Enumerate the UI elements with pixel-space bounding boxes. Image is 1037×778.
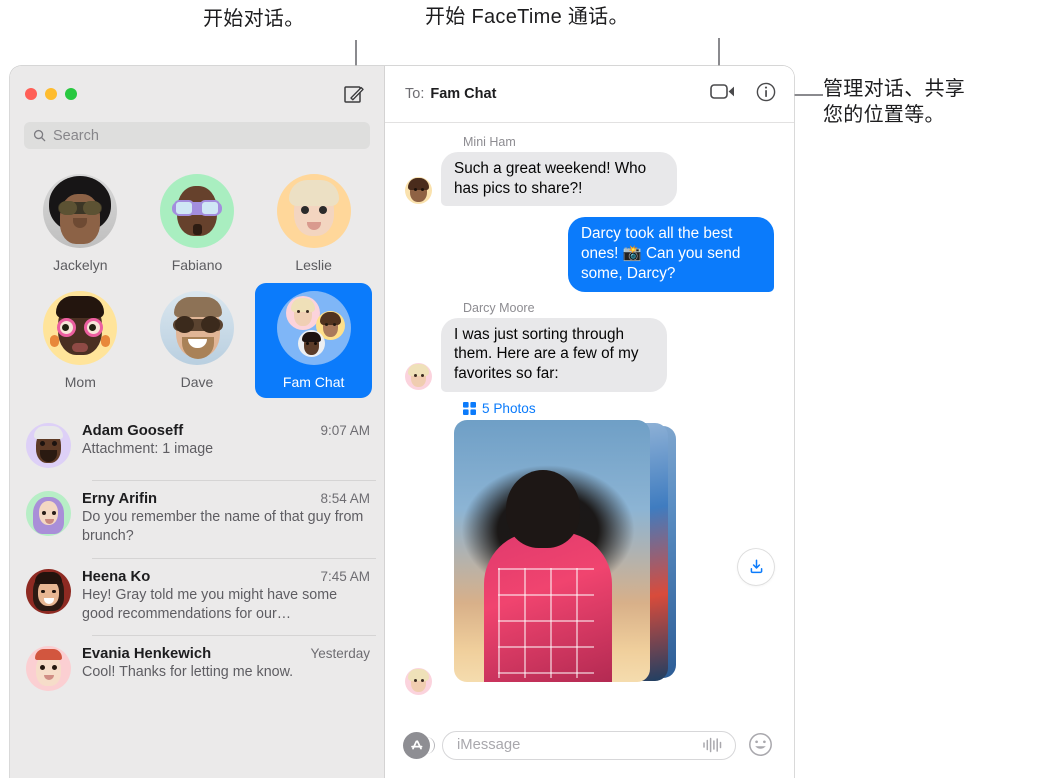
attachment-count-label: 5 Photos: [482, 400, 536, 416]
download-icon[interactable]: [738, 548, 774, 585]
message-placeholder: iMessage: [457, 737, 521, 753]
avatar: [405, 668, 432, 695]
avatar: [43, 174, 118, 248]
chat-pane: To: Fam Chat Mini Ham Such a great weeke…: [385, 66, 794, 778]
search-container: Search: [10, 122, 384, 160]
pinned-item-label: Fam Chat: [282, 374, 345, 390]
conversation-name: Adam Gooseff: [82, 423, 184, 439]
conversation-content: Erny Arifin 8:54 AM Do you remember the …: [82, 491, 370, 546]
avatar-group: [276, 291, 351, 365]
header-actions: [710, 82, 776, 107]
conversation-row-evania-henkewich[interactable]: Evania Henkewich Yesterday Cool! Thanks …: [10, 635, 384, 703]
conversation-header: Evania Henkewich Yesterday: [82, 646, 370, 662]
conversation-content: Adam Gooseff 9:07 AM Attachment: 1 image: [82, 423, 370, 468]
conversation-name: Erny Arifin: [82, 491, 158, 507]
app-store-icon[interactable]: [403, 731, 435, 759]
photo-pattern: [498, 567, 594, 678]
pinned-item-label: Mom: [64, 374, 96, 390]
conversation-preview: Attachment: 1 image: [82, 441, 214, 457]
pinned-item-label: Leslie: [295, 257, 332, 273]
message-input[interactable]: iMessage: [442, 730, 736, 760]
callout-start-conversation: 开始对话。: [203, 8, 305, 30]
pinned-item-jackelyn[interactable]: Jackelyn: [22, 166, 139, 281]
pinned-item-fam-chat[interactable]: Fam Chat: [255, 283, 372, 398]
search-icon: [33, 129, 46, 142]
window-titlebar: [10, 66, 384, 122]
conversation-row-heena-ko[interactable]: Heena Ko 7:45 AM Hey! Gray told me you m…: [10, 557, 384, 636]
pinned-item-label: Fabiano: [171, 257, 223, 273]
message-list: Mini Ham Such a great weekend! Who has p…: [385, 123, 794, 712]
message-composer: iMessage: [385, 712, 794, 778]
traffic-lights: [25, 88, 77, 100]
audio-waveform-icon: [703, 737, 722, 753]
messages-window: Search Jackelyn Fabiano Leslie Mom Dave …: [10, 66, 794, 778]
message-bubble[interactable]: Such a great weekend! Who has pics to sh…: [436, 152, 677, 207]
photo-stack-front: [454, 419, 650, 682]
conversation-header: Adam Gooseff 9:07 AM: [82, 423, 370, 439]
conversation-preview: Cool! Thanks for letting me know.: [82, 664, 294, 681]
conversation-time: Yesterday: [310, 646, 370, 662]
avatar: [276, 174, 351, 248]
conversation-time: 8:54 AM: [320, 491, 370, 506]
pinned-item-dave[interactable]: Dave: [139, 283, 256, 398]
message-bubble[interactable]: I was just sorting through them. Here ar…: [436, 317, 667, 392]
message-row-outgoing: Darcy took all the best ones! 📸 Can you …: [405, 217, 779, 292]
avatar: [26, 568, 71, 614]
avatar: [26, 646, 71, 692]
search-placeholder: Search: [53, 127, 99, 144]
compose-icon[interactable]: [342, 82, 366, 106]
conversation-row-erny-arifin[interactable]: Erny Arifin 8:54 AM Do you remember the …: [10, 480, 384, 558]
callout-manage-conversation: 管理对话、共享 您的位置等。: [823, 78, 966, 127]
conversation-header: Erny Arifin 8:54 AM: [82, 491, 370, 507]
avatar: [159, 291, 234, 365]
pinned-item-mom[interactable]: Mom: [22, 283, 139, 398]
conversation-name: Evania Henkewich: [82, 646, 212, 663]
avatar: [26, 491, 71, 536]
pinned-conversations-grid: Jackelyn Fabiano Leslie Mom Dave Fam Cha…: [10, 160, 384, 408]
avatar: [43, 291, 118, 365]
message-sender-name: Mini Ham: [463, 135, 516, 149]
recipient-name[interactable]: Fam Chat: [430, 86, 496, 102]
message-row-avatar-trailing: [405, 668, 432, 697]
message-row-incoming: Such a great weekend! Who has pics to sh…: [405, 152, 774, 207]
conversation-header: Heena Ko 7:45 AM: [82, 569, 370, 585]
message-row-incoming: I was just sorting through them. Here ar…: [405, 317, 774, 392]
sidebar: Search Jackelyn Fabiano Leslie Mom Dave …: [10, 66, 385, 778]
close-button[interactable]: [25, 88, 37, 100]
photo-attachment-area: [405, 419, 774, 685]
message-bubble[interactable]: Darcy took all the best ones! 📸 Can you …: [568, 217, 779, 292]
chat-header: To: Fam Chat: [385, 66, 794, 123]
callout-start-facetime: 开始 FaceTime 通话。: [425, 6, 629, 28]
avatar: [159, 174, 234, 248]
pinned-item-label: Jackelyn: [53, 257, 108, 273]
pinned-item-fabiano[interactable]: Fabiano: [139, 166, 256, 281]
conversation-content: Evania Henkewich Yesterday Cool! Thanks …: [82, 646, 370, 691]
pinned-item-label: Dave: [180, 374, 214, 390]
conversation-preview: Do you remember the name of that guy fro…: [82, 509, 364, 544]
minimize-button[interactable]: [45, 88, 57, 100]
conversation-time: 9:07 AM: [320, 423, 370, 438]
conversation-time: 7:45 AM: [320, 568, 370, 584]
conversation-name: Heena Ko: [82, 568, 151, 585]
conversation-content: Heena Ko 7:45 AM Hey! Gray told me you m…: [82, 569, 370, 624]
conversation-row-adam-gooseff[interactable]: Adam Gooseff 9:07 AM Attachment: 1 image: [10, 412, 384, 480]
conversation-list: Adam Gooseff 9:07 AM Attachment: 1 image: [10, 408, 384, 778]
photo-preview: [454, 419, 650, 682]
to-label: To:: [405, 86, 425, 102]
avatar: [26, 423, 71, 468]
avatar: [405, 362, 432, 390]
avatar: [405, 177, 432, 205]
info-circle-icon[interactable]: [756, 82, 776, 107]
video-camera-icon[interactable]: [710, 82, 736, 106]
zoom-button[interactable]: [65, 88, 77, 100]
pinned-item-leslie[interactable]: Leslie: [255, 166, 372, 281]
photo-stack[interactable]: [454, 419, 704, 685]
attachment-header[interactable]: 5 Photos: [463, 401, 774, 416]
search-input[interactable]: Search: [24, 122, 370, 149]
photo-subject: [484, 469, 612, 682]
message-sender-name: Darcy Moore: [463, 300, 535, 315]
conversation-preview: Hey! Gray told me you might have some go…: [82, 586, 338, 622]
smiley-face-icon[interactable]: [748, 732, 775, 759]
photo-grid-icon: [463, 401, 476, 415]
